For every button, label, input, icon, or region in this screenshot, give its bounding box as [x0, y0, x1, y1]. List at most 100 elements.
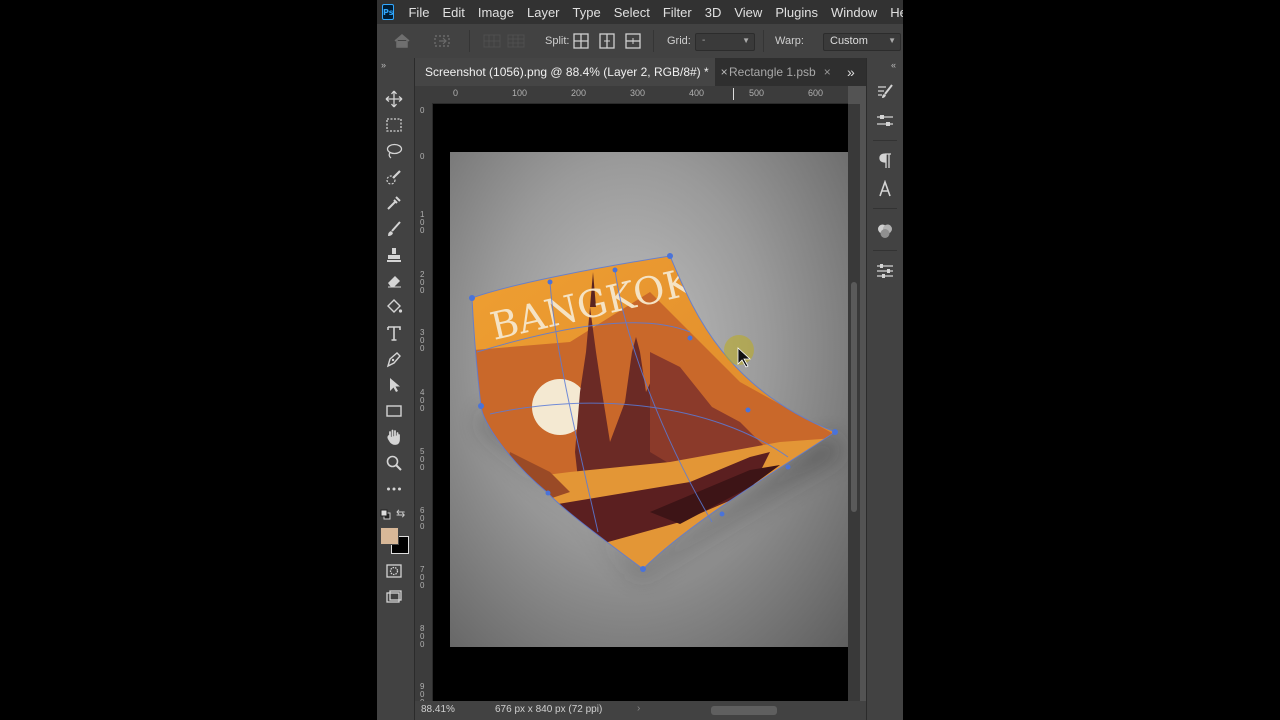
collapse-panel-icon[interactable]: » — [381, 60, 386, 70]
panels-dock: « — [866, 58, 903, 720]
menu-type[interactable]: Type — [573, 5, 601, 20]
paint-bucket-tool[interactable] — [384, 297, 404, 317]
marquee-tool[interactable] — [384, 115, 404, 135]
menu-3d[interactable]: 3D — [705, 5, 722, 20]
warped-poster[interactable]: BANGKOK — [450, 152, 848, 647]
zoom-level[interactable]: 88.41% — [421, 704, 455, 715]
hand-icon — [387, 429, 400, 445]
ruler-label: 400 — [420, 388, 425, 413]
menu-edit[interactable]: Edit — [442, 5, 464, 20]
warp-label: Warp: — [775, 35, 804, 47]
zoom-tool[interactable] — [384, 453, 404, 473]
menu-plugins[interactable]: Plugins — [775, 5, 818, 20]
vertical-scrollbar[interactable] — [848, 104, 860, 701]
canvas-area[interactable]: BANGKOK — [433, 104, 848, 701]
menu-window[interactable]: Window — [831, 5, 877, 20]
brush-tool[interactable] — [384, 219, 404, 239]
swap-colors-icon[interactable]: ⇆ — [396, 507, 405, 520]
menu-help[interactable]: Help — [890, 5, 903, 20]
quick-mask-icon — [386, 564, 402, 578]
status-bar: 88.41% 676 px x 840 px (72 ppi) › — [415, 701, 866, 720]
ruler-label: 500 — [420, 447, 425, 472]
warp-grid-preset-2[interactable] — [505, 24, 527, 58]
type-tool[interactable] — [384, 323, 404, 343]
split-vertical-button[interactable] — [598, 24, 616, 58]
grid-select[interactable]: - ▼ — [695, 33, 755, 51]
move-tool[interactable] — [384, 89, 404, 109]
grid-label: Grid: — [667, 35, 691, 47]
brush-icon — [388, 221, 401, 236]
warp-select-value: Custom — [830, 35, 868, 47]
pen-tool[interactable] — [384, 349, 404, 369]
home-button[interactable] — [393, 24, 411, 58]
split-horizontal-icon — [625, 33, 641, 49]
default-colors-icon[interactable] — [380, 509, 391, 523]
stamp-tool[interactable] — [384, 245, 404, 265]
menu-layer[interactable]: Layer — [527, 5, 560, 20]
ruler-label: 0 — [420, 152, 425, 161]
menu-image[interactable]: Image — [478, 5, 514, 20]
horizontal-scroll-thumb[interactable] — [711, 706, 777, 715]
ruler-label: 100 — [512, 88, 528, 98]
screen-mode-button[interactable] — [384, 587, 404, 607]
brush-settings-button[interactable] — [875, 82, 895, 102]
split-horizontal-button[interactable] — [624, 24, 642, 58]
rectangle-icon — [386, 405, 402, 417]
quick-select-tool[interactable] — [384, 167, 404, 187]
warp-select[interactable]: Custom ▼ — [823, 33, 901, 51]
quick-mask-button[interactable] — [384, 561, 404, 581]
tab-rectangle[interactable]: Rectangle 1.psb × — [715, 58, 835, 86]
paint-bucket-icon — [387, 299, 403, 313]
tabs-overflow-icon[interactable]: » — [847, 58, 866, 86]
transform-tool-preset[interactable] — [432, 24, 454, 58]
more-tools-button[interactable] — [384, 479, 404, 499]
ruler-label: 0 — [453, 88, 459, 98]
character-button[interactable] — [875, 179, 895, 199]
menu-filter[interactable]: Filter — [663, 5, 692, 20]
photoshop-logo-icon: Ps — [382, 4, 395, 20]
split-label: Split: — [545, 35, 570, 47]
grid-select-value: - — [702, 35, 706, 46]
path-select-tool[interactable] — [384, 375, 404, 395]
ruler-label: 900 — [420, 682, 425, 702]
document-info[interactable]: 676 px x 840 px (72 ppi) — [495, 704, 602, 715]
adjustments-button[interactable] — [875, 111, 895, 131]
warp-grid-preset-1[interactable] — [481, 24, 503, 58]
ruler-label: 300 — [420, 328, 425, 353]
poster-artwork: BANGKOK — [472, 256, 835, 569]
lasso-tool[interactable] — [384, 141, 404, 161]
split-crosswise-button[interactable] — [572, 24, 590, 58]
eyedropper-tool[interactable] — [384, 193, 404, 213]
paragraph-button[interactable] — [875, 151, 895, 171]
close-icon[interactable]: × — [824, 65, 831, 79]
split-vertical-icon — [599, 33, 615, 49]
vertical-ruler[interactable]: 0 0 100 200 300 400 500 600 700 800 900 — [415, 103, 433, 701]
eraser-icon — [388, 276, 401, 288]
rectangle-tool[interactable] — [384, 401, 404, 421]
stamp-icon — [387, 248, 401, 262]
eraser-tool[interactable] — [384, 271, 404, 291]
menu-file[interactable]: File — [408, 5, 429, 20]
chevron-down-icon: ▼ — [888, 36, 896, 45]
document-canvas[interactable]: BANGKOK — [450, 152, 848, 647]
menu-view[interactable]: View — [734, 5, 762, 20]
ruler-label: 100 — [420, 210, 425, 235]
channels-button[interactable] — [875, 221, 895, 241]
ruler-label: 600 — [420, 506, 425, 531]
pen-icon — [386, 352, 401, 368]
status-menu-arrow-icon[interactable]: › — [637, 703, 640, 714]
tab-screenshot[interactable]: Screenshot (1056).png @ 88.4% (Layer 2, … — [415, 58, 728, 86]
ruler-corner — [415, 86, 433, 103]
horizontal-ruler[interactable]: 0 100 200 300 400 500 600 — [433, 86, 848, 104]
split-crosswise-icon — [573, 33, 589, 49]
menu-select[interactable]: Select — [614, 5, 650, 20]
move-icon — [385, 90, 403, 108]
vertical-scroll-thumb[interactable] — [851, 282, 857, 512]
hand-tool[interactable] — [384, 427, 404, 447]
grid-preset-icon — [507, 34, 525, 48]
collapse-panel-icon[interactable]: « — [891, 60, 896, 70]
properties-button[interactable] — [875, 261, 895, 281]
foreground-color-swatch[interactable] — [380, 527, 399, 545]
path-select-icon — [390, 378, 400, 392]
paragraph-icon — [879, 153, 891, 168]
